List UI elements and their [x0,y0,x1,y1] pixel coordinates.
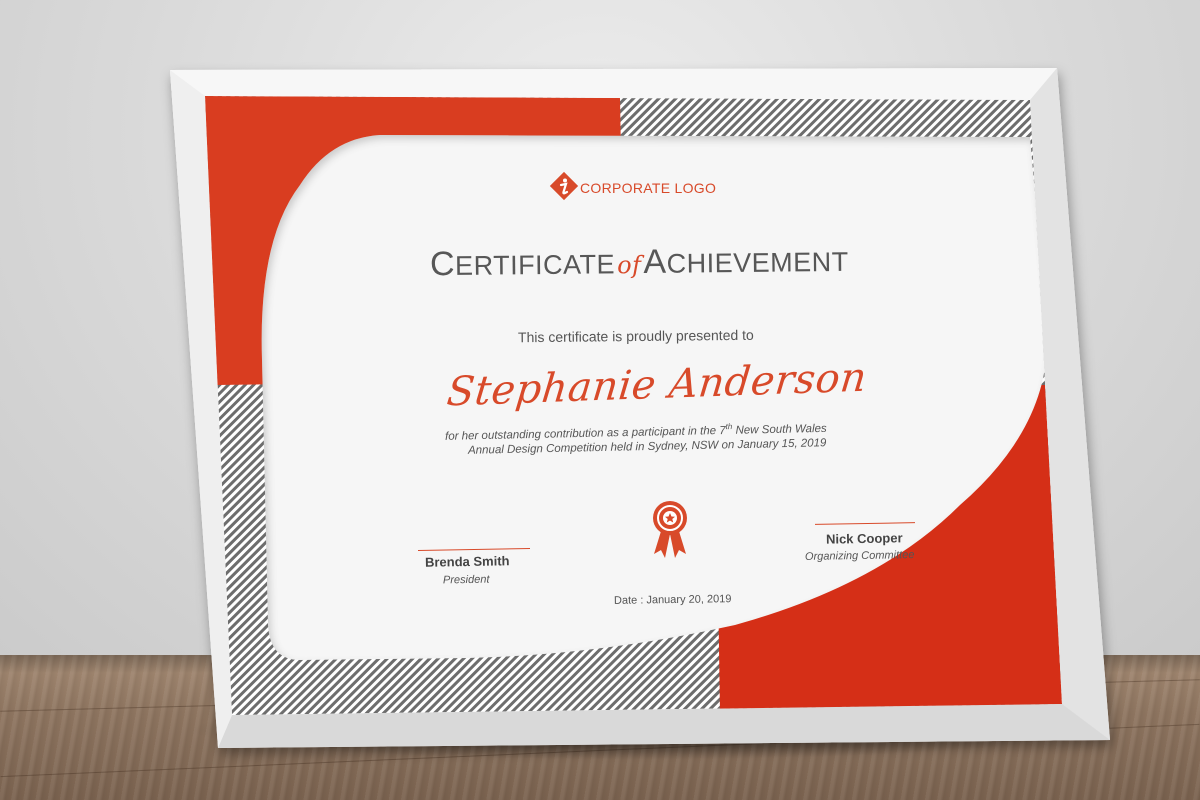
certificate-date: Date : January 20, 2019 [613,593,732,607]
signatory-name-right: Nick Cooper [825,530,903,547]
diamond-i-logo-icon [549,171,579,201]
award-ribbon-icon [653,501,687,558]
signatory-role-right: Organizing Committee [804,549,915,563]
signatory-role-left: President [442,573,490,587]
certificate-title: CERTIFICATEofACHIEVEMENT [429,242,849,284]
presented-to-text: This certificate is proudly presented to [517,326,754,346]
signatory-name-left: Brenda Smith [424,553,510,570]
corporate-logo-text: CORPORATE LOGO [580,180,717,196]
scene: CORPORATE LOGO CERTIFICATEofACHIEVEMENT … [0,0,1200,800]
